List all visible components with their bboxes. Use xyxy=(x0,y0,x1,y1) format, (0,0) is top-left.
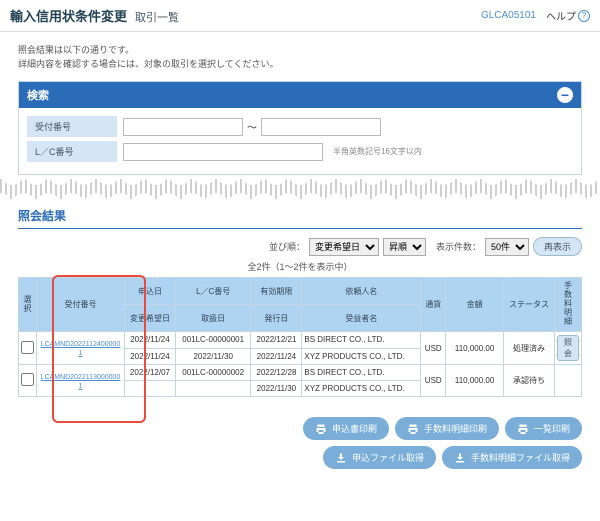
result-title: 照会結果 xyxy=(18,203,582,229)
omission-wave xyxy=(0,179,600,199)
download-app-button[interactable]: 申込ファイル取得 xyxy=(323,446,436,469)
printer-icon xyxy=(407,423,419,435)
print-list-button[interactable]: 一覧印刷 xyxy=(505,417,582,440)
col-recno: 受付番号 xyxy=(37,278,125,332)
recno-link[interactable]: LCAMND20221124000001 xyxy=(41,341,121,357)
search-header[interactable]: 検索 − xyxy=(19,82,581,108)
table-row: LCAMND20221130000001 2022/12/07001LC-000… xyxy=(19,365,582,381)
print-fee-button[interactable]: 手数料明細印刷 xyxy=(395,417,499,440)
result-table: 選択 受付番号 申込日 L／C番号 有効期限 依頼人名 通貨 金額 ステータス … xyxy=(18,277,582,397)
col-cli: 依頼人名 xyxy=(302,278,421,305)
sort-order-select[interactable]: 昇順 xyxy=(383,238,426,256)
lcno-input[interactable] xyxy=(123,143,323,161)
col-ben: 受益者名 xyxy=(302,305,421,332)
page-header: 輸入信用状条件変更 取引一覧 GLCA05101 ヘルプ? xyxy=(0,0,600,32)
screen-id: GLCA05101 xyxy=(481,10,536,21)
col-cur: 通貨 xyxy=(421,278,446,332)
col-iss: 発行日 xyxy=(251,305,302,332)
table-row: LCAMND20221124000001 2022/11/24001LC-000… xyxy=(19,332,582,349)
col-amt: 金額 xyxy=(446,278,504,332)
collapse-icon[interactable]: − xyxy=(557,87,573,103)
page-title: 輸入信用状条件変更 xyxy=(10,6,127,25)
col-fee: 手数料明細 xyxy=(563,281,574,326)
help-link[interactable]: ヘルプ? xyxy=(546,8,590,23)
col-lc: L／C番号 xyxy=(175,278,251,305)
printer-icon xyxy=(315,423,327,435)
col-chg: 変更希望日 xyxy=(125,305,176,332)
recno-label: 受付番号 xyxy=(27,116,117,137)
search-panel: 検索 − 受付番号 ～ L／C番号 半角英数記号16文字以内 xyxy=(18,81,582,175)
info-text: 照会結果は以下の通りです。 詳細内容を確認する場合には、対象の取引を選択してくだ… xyxy=(18,44,582,71)
print-app-button[interactable]: 申込書印刷 xyxy=(303,417,389,440)
printer-icon xyxy=(517,423,529,435)
download-icon xyxy=(335,452,347,464)
help-icon: ? xyxy=(578,10,590,22)
download-icon xyxy=(454,452,466,464)
page-subtitle: 取引一覧 xyxy=(135,9,179,25)
col-ref: 取扱日 xyxy=(175,305,251,332)
redisplay-button[interactable]: 再表示 xyxy=(533,237,582,256)
col-app: 申込日 xyxy=(125,278,176,305)
col-sts: ステータス xyxy=(504,278,555,332)
result-controls: 並び順： 変更希望日 昇順 表示件数： 50件 再表示 xyxy=(18,237,582,256)
result-counter: 全2件（1～2件を表示中） xyxy=(18,260,582,273)
download-fee-button[interactable]: 手数料明細ファイル取得 xyxy=(442,446,582,469)
col-exp: 有効期限 xyxy=(251,278,302,305)
detail-button[interactable]: 照会 xyxy=(557,335,579,361)
recno-to-input[interactable] xyxy=(261,118,381,136)
row-checkbox[interactable] xyxy=(21,341,34,354)
page-size-select[interactable]: 50件 xyxy=(485,238,529,256)
row-checkbox[interactable] xyxy=(21,373,34,386)
col-select: 選択 xyxy=(22,295,33,313)
recno-from-input[interactable] xyxy=(123,118,243,136)
sort-field-select[interactable]: 変更希望日 xyxy=(309,238,379,256)
lcno-label: L／C番号 xyxy=(27,141,117,162)
lcno-hint: 半角英数記号16文字以内 xyxy=(333,146,422,157)
recno-link[interactable]: LCAMND20221130000001 xyxy=(41,374,121,390)
